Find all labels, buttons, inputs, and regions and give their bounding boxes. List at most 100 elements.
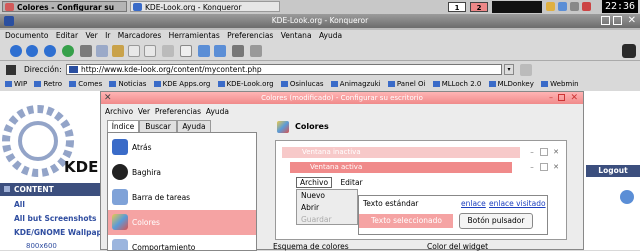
bookmark-icon xyxy=(109,81,117,87)
push-button[interactable]: Botón pulsador xyxy=(459,213,533,229)
visited-link-text[interactable]: enlace visitado xyxy=(489,199,546,208)
desktop-1-button[interactable]: 1 xyxy=(448,2,466,12)
paw-icon xyxy=(112,164,128,180)
list-item-barra-de-tareas[interactable]: Barra de tareas xyxy=(108,185,256,210)
bookmark-item[interactable]: MLDonkey xyxy=(488,79,534,90)
bookmark-toolbar: WIP Retro Comes Noticias KDE Apps.org KD… xyxy=(0,79,640,90)
bookmark-item[interactable]: MLLoch 2.0 xyxy=(432,79,481,90)
bookmark-item[interactable]: Animagzuki xyxy=(330,79,381,90)
menu-ver[interactable]: Ver xyxy=(85,30,97,42)
bookmark-item[interactable]: Osinlucas xyxy=(280,79,324,90)
menu-preferencias[interactable]: Preferencias xyxy=(155,107,201,116)
paste-icon[interactable] xyxy=(144,45,156,57)
chevron-down-icon[interactable]: ▾ xyxy=(504,64,514,75)
minimize-icon[interactable]: – xyxy=(549,92,553,104)
url-input[interactable]: http://www.kde-look.org/content/myconten… xyxy=(66,64,502,75)
dialog-menu-icon[interactable]: ✕ xyxy=(104,93,112,103)
menu-documento[interactable]: Documento xyxy=(5,30,48,42)
list-item-comportamiento[interactable]: Comportamiento xyxy=(108,235,256,250)
maximize-icon[interactable] xyxy=(613,16,622,25)
cut-icon[interactable] xyxy=(112,45,124,57)
menu-editar[interactable]: Editar xyxy=(56,30,78,42)
menu-ventana[interactable]: Ventana xyxy=(281,30,312,42)
list-item-atras[interactable]: Atrás xyxy=(108,135,256,160)
bookmark-icon xyxy=(34,81,42,87)
preview-menu-archivo[interactable]: Archivo xyxy=(296,177,333,188)
go-icon[interactable] xyxy=(520,64,532,76)
bullet-icon xyxy=(4,186,10,192)
menu-preferencias[interactable]: Preferencias xyxy=(227,30,273,42)
forward-icon[interactable] xyxy=(26,45,38,57)
menu-archivo[interactable]: Archivo xyxy=(105,107,133,116)
tray-icon[interactable] xyxy=(582,2,591,11)
menu-herramientas[interactable]: Herramientas xyxy=(169,30,220,42)
clock[interactable]: 22:36 xyxy=(602,0,638,13)
bookmark-item[interactable]: KDE Apps.org xyxy=(153,79,210,90)
bookmark-item[interactable]: Comes xyxy=(69,79,102,90)
stop-icon[interactable] xyxy=(80,45,92,57)
active-window-title[interactable]: Ventana activa xyxy=(290,162,512,173)
close-icon[interactable]: ✕ xyxy=(628,14,636,28)
taskbar-task-konqueror[interactable]: KDE-Look.org - Konqueror xyxy=(130,1,280,12)
bookmark-item[interactable]: Noticias xyxy=(109,79,146,90)
minimize-icon[interactable] xyxy=(601,16,610,25)
up-icon[interactable] xyxy=(44,45,56,57)
link-text[interactable]: enlace xyxy=(461,199,486,208)
module-title: Colores xyxy=(295,122,329,131)
menu-ayuda[interactable]: Ayuda xyxy=(319,30,342,42)
link-all-but-screenshots[interactable]: All but Screenshots xyxy=(14,214,97,223)
zoom-out-icon[interactable] xyxy=(214,45,226,57)
link-all[interactable]: All xyxy=(14,200,25,209)
popup-item-nuevo[interactable]: Nuevo xyxy=(297,190,357,202)
bookmark-item[interactable]: KDE-Look.org xyxy=(217,79,274,90)
menu-ver[interactable]: Ver xyxy=(138,107,150,116)
clear-location-icon[interactable] xyxy=(6,65,16,75)
kde-icon[interactable] xyxy=(4,16,14,26)
security-icon[interactable] xyxy=(250,45,262,57)
bookmark-item[interactable]: Panel Oi xyxy=(387,79,425,90)
tab-indice[interactable]: Índice xyxy=(107,120,139,132)
taskbar: Colores - Configurar su KDE-Look.org - K… xyxy=(0,0,640,15)
bookmark-item[interactable]: Retro xyxy=(34,79,62,90)
maximize-icon xyxy=(540,148,548,156)
popup-item-abrir[interactable]: Abrir xyxy=(297,202,357,214)
home-icon[interactable] xyxy=(62,45,74,57)
tray-icon[interactable] xyxy=(570,2,579,11)
copy-icon[interactable] xyxy=(128,45,140,57)
selected-text: Texto seleccionado xyxy=(359,214,453,228)
url-text: http://www.kde-look.org/content/myconten… xyxy=(81,65,262,74)
bookmark-item[interactable]: WIP xyxy=(5,79,27,90)
tab-buscar[interactable]: Buscar xyxy=(139,120,177,132)
menu-marcadores[interactable]: Marcadores xyxy=(118,30,162,42)
preview-menu-editar[interactable]: Editar xyxy=(340,178,362,187)
tray-icon[interactable] xyxy=(546,2,555,11)
logo-text: KDE xyxy=(64,158,99,176)
find-icon[interactable] xyxy=(232,45,244,57)
list-item-colores[interactable]: Colores xyxy=(108,210,256,235)
link-800x600[interactable]: 800x600 xyxy=(26,242,57,250)
window-behavior-icon xyxy=(112,239,128,250)
preview-menubar: Archivo Editar xyxy=(296,177,363,189)
close-icon: ✕ xyxy=(553,148,559,156)
desktop-2-button[interactable]: 2 xyxy=(470,2,488,12)
taskbar-task-colores[interactable]: Colores - Configurar su xyxy=(2,1,127,12)
back-icon[interactable] xyxy=(10,45,22,57)
bookmark-item[interactable]: Webmin xyxy=(541,79,579,90)
standard-text: Texto estándar xyxy=(363,199,419,208)
logout-link[interactable]: Logout xyxy=(586,165,640,177)
maximize-icon[interactable] xyxy=(558,94,565,101)
bookmark-icon xyxy=(5,81,12,87)
link-kde-gnome-wallpaper[interactable]: KDE/GNOME Wallpaper xyxy=(14,228,111,237)
inactive-window-title[interactable]: Ventana inactiva xyxy=(282,147,520,158)
new-window-icon[interactable] xyxy=(180,45,192,57)
close-icon[interactable]: ✕ xyxy=(570,92,578,104)
tab-ayuda[interactable]: Ayuda xyxy=(177,120,211,132)
print-icon[interactable] xyxy=(162,45,174,57)
menu-ir[interactable]: Ir xyxy=(105,30,110,42)
reload-icon[interactable] xyxy=(96,45,108,57)
menu-ayuda[interactable]: Ayuda xyxy=(206,107,229,116)
tray-icon[interactable] xyxy=(558,2,567,11)
zoom-in-icon[interactable] xyxy=(198,45,210,57)
bookmark-icon xyxy=(280,81,288,87)
list-item-baghira[interactable]: Baghira xyxy=(108,160,256,185)
